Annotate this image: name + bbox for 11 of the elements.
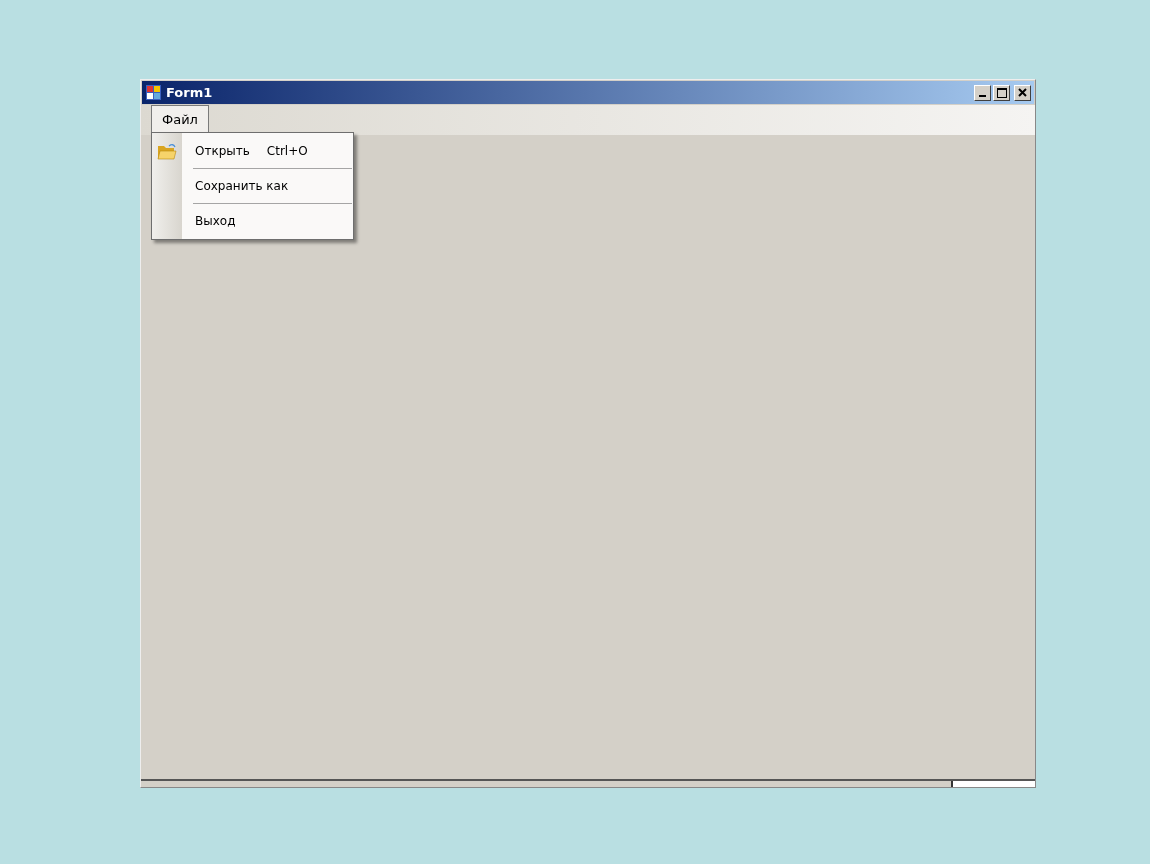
close-button[interactable]: [1014, 84, 1031, 101]
window-title: Form1: [166, 83, 213, 102]
menu-item[interactable]: Выход: [152, 205, 353, 237]
maximize-button[interactable]: [993, 84, 1010, 101]
app-icon: [145, 84, 162, 101]
menu-item[interactable]: Сохранить как: [152, 170, 353, 202]
close-icon: [1018, 88, 1027, 97]
minimize-icon: [979, 95, 986, 97]
maximize-icon: [996, 87, 1007, 98]
minimize-button[interactable]: [974, 84, 991, 101]
menu-item[interactable]: Открыть Ctrl+O: [152, 135, 353, 167]
